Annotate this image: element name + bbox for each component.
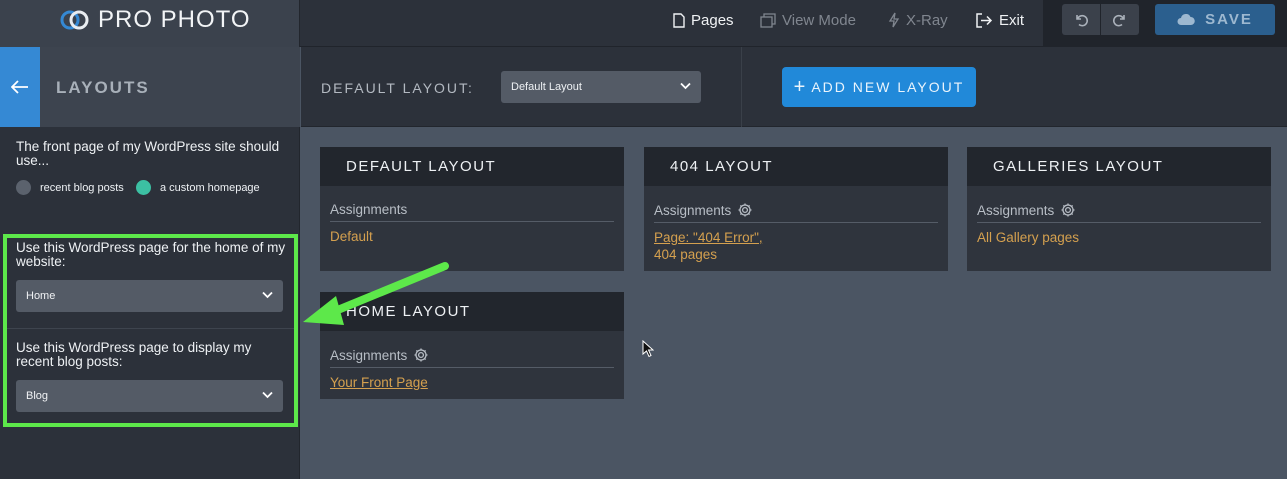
highlight-box — [3, 234, 298, 427]
front-page-question: The front page of my WordPress site shou… — [16, 139, 280, 168]
top-bar: PRO PHOTO Pages View Mode X-Ray Exit SAV… — [0, 0, 1287, 47]
view-mode-icon — [760, 12, 776, 28]
logo: PRO PHOTO — [0, 0, 300, 47]
exit-icon — [975, 12, 993, 28]
redo-button[interactable] — [1101, 4, 1139, 35]
page-icon — [673, 12, 685, 28]
gear-icon[interactable] — [1060, 202, 1076, 218]
nav-pages[interactable]: Pages — [673, 0, 734, 40]
radio-recent-label: recent blog posts — [40, 181, 124, 194]
layout-card-default: DEFAULT LAYOUT Assignments Default — [320, 147, 624, 271]
sidebar-title: LAYOUTS — [56, 78, 150, 97]
gear-icon[interactable] — [413, 347, 429, 363]
gear-icon[interactable] — [737, 202, 753, 218]
assignment-value: All Gallery pages — [977, 230, 1080, 245]
arrow-left-icon — [11, 80, 28, 94]
card-title: HOME LAYOUT — [320, 292, 624, 331]
layout-card-galleries: GALLERIES LAYOUT Assignments All Gallery… — [967, 147, 1271, 271]
sidebar-header: LAYOUTS — [0, 47, 300, 127]
nav-view-mode[interactable]: View Mode — [760, 0, 856, 40]
radio-custom-homepage[interactable]: a custom homepage — [136, 180, 260, 195]
header-divider — [741, 47, 742, 127]
radio-recent-blog-posts[interactable]: recent blog posts — [16, 180, 124, 195]
default-layout-select[interactable]: Default Layout — [501, 71, 701, 103]
assignment-value: Default — [330, 229, 373, 244]
assignment-value: Page: "404 Error", 404 pages — [654, 229, 938, 263]
nav-exit[interactable]: Exit — [975, 0, 1024, 40]
assignments-label: Assignments — [654, 202, 732, 218]
nav-xray[interactable]: X-Ray — [888, 0, 948, 40]
assignments-header: Assignments — [330, 347, 614, 368]
radio-selected-icon — [136, 180, 151, 195]
undo-icon — [1076, 14, 1088, 26]
assignments-label: Assignments — [977, 202, 1055, 218]
assignments-label: Assignments — [330, 202, 408, 217]
save-button[interactable]: SAVE — [1155, 4, 1275, 35]
nav-pages-label: Pages — [691, 11, 734, 29]
card-title: GALLERIES LAYOUT — [967, 147, 1271, 186]
layouts-sidebar: LAYOUTS The front page of my WordPress s… — [0, 47, 300, 479]
logo-text: PRO PHOTO — [98, 6, 251, 33]
chevron-down-icon — [680, 82, 691, 90]
assignments-header: Assignments — [977, 202, 1261, 223]
layout-card-home: HOME LAYOUT Assignments Your Front Page — [320, 292, 624, 399]
assignment-link-404-page[interactable]: Page: "404 Error", — [654, 230, 763, 245]
layout-header: DEFAULT LAYOUT: Default Layout + ADD NEW… — [301, 47, 1287, 127]
lightning-icon — [888, 12, 900, 28]
mouse-cursor-icon — [642, 340, 654, 358]
assignment-link-front-page[interactable]: Your Front Page — [330, 374, 614, 391]
nav-exit-label: Exit — [999, 11, 1025, 29]
assignments-label: Assignments — [330, 347, 408, 363]
card-title: 404 LAYOUT — [644, 147, 948, 186]
history-controls: SAVE — [1043, 0, 1287, 47]
radio-custom-label: a custom homepage — [160, 181, 260, 194]
nav-view-mode-label: View Mode — [782, 11, 856, 29]
add-new-layout-button[interactable]: + ADD NEW LAYOUT — [782, 67, 976, 107]
save-label: SAVE — [1205, 11, 1253, 28]
card-title: DEFAULT LAYOUT — [320, 147, 624, 186]
cloud-icon — [1177, 13, 1195, 26]
add-new-layout-label: ADD NEW LAYOUT — [811, 79, 965, 95]
pro-photo-logo-icon — [60, 10, 89, 30]
nav-xray-label: X-Ray — [906, 11, 948, 29]
assignments-header: Assignments — [330, 202, 614, 222]
radio-unselected-icon — [16, 180, 31, 195]
default-layout-label: DEFAULT LAYOUT: — [321, 80, 474, 96]
plus-icon: + — [793, 75, 806, 98]
assignments-header: Assignments — [654, 202, 938, 223]
default-layout-value: Default Layout — [511, 81, 582, 93]
redo-icon — [1113, 14, 1125, 26]
assignment-404-pages: 404 pages — [654, 247, 718, 262]
back-button[interactable] — [0, 47, 40, 127]
undo-button[interactable] — [1062, 4, 1100, 35]
layout-card-404: 404 LAYOUT Assignments Page: "404 Error"… — [644, 147, 948, 271]
